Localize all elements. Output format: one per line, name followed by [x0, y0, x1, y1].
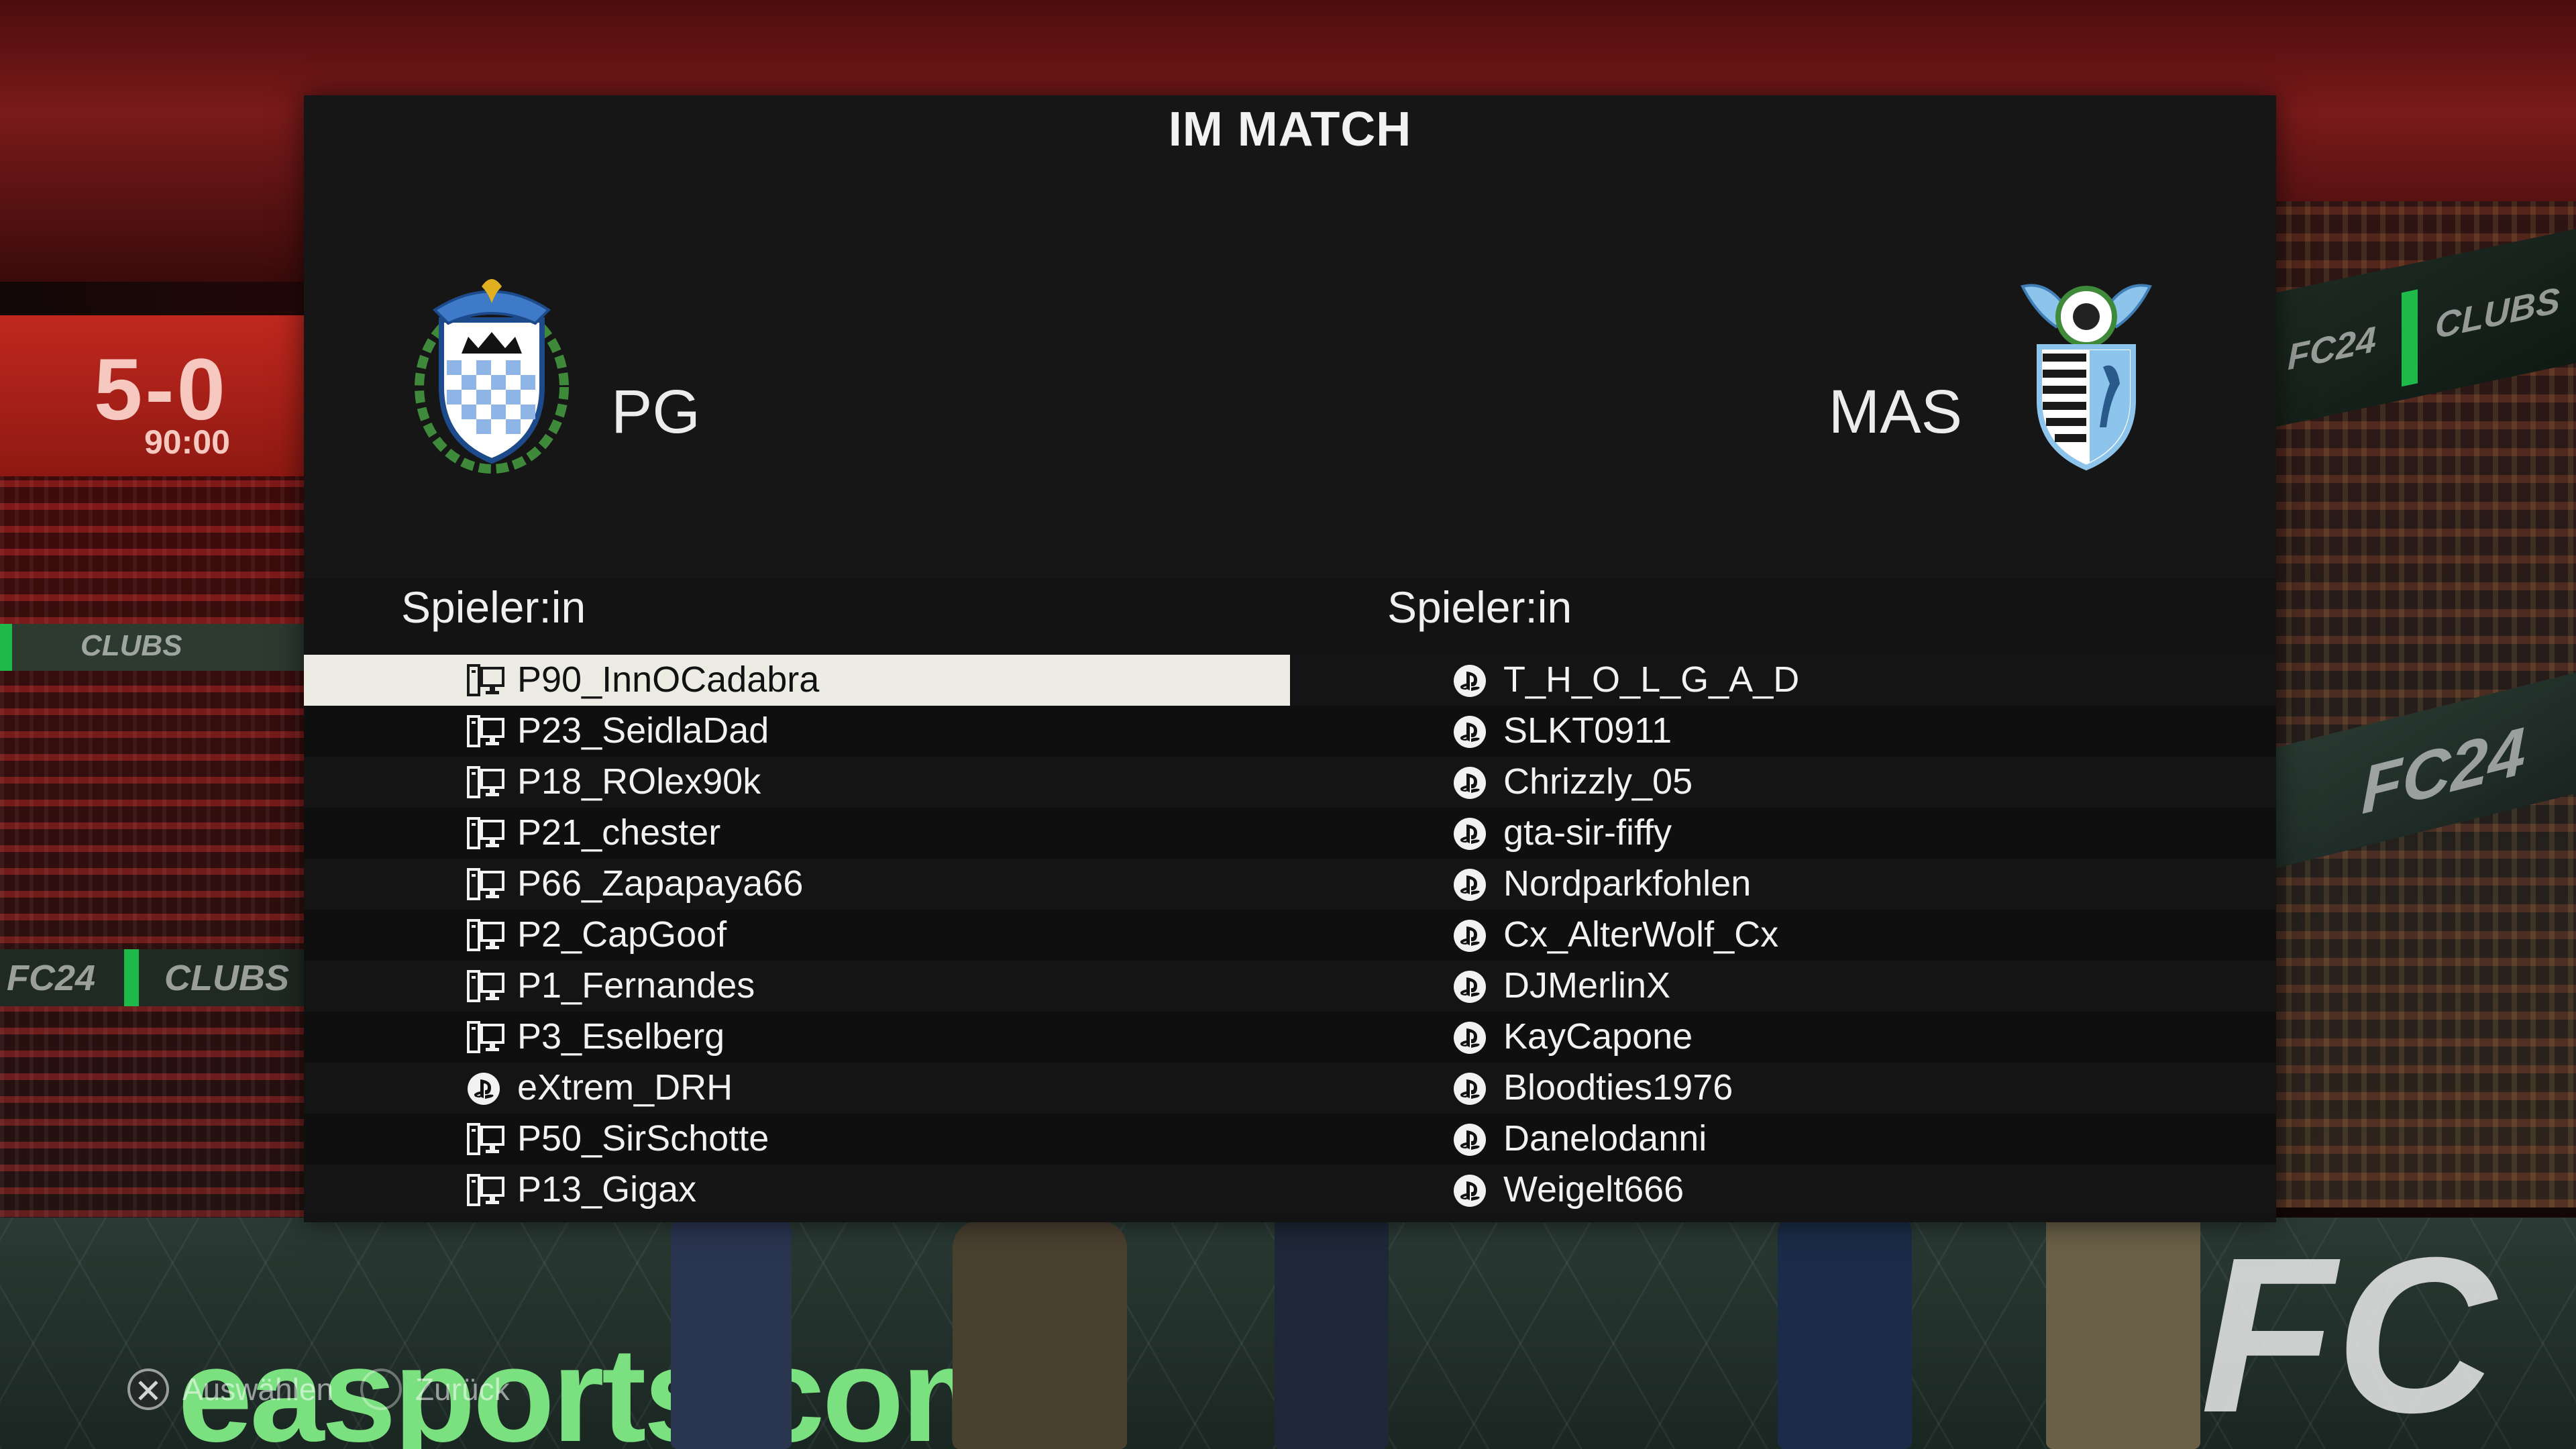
spectator-figure — [671, 1208, 792, 1449]
pc-icon — [467, 1123, 504, 1157]
fc-logo-board: FC — [2200, 1211, 2496, 1449]
player-row[interactable]: P90_InnOCadabra — [304, 655, 1290, 706]
player-name: P3_Eselberg — [517, 1016, 725, 1057]
pc-icon — [467, 1174, 504, 1208]
away-crest-icon — [2009, 266, 2163, 471]
playstation-icon — [1453, 970, 1491, 1004]
player-name: DJMerlinX — [1503, 965, 1671, 1006]
player-name: Bloodties1976 — [1503, 1067, 1733, 1108]
away-player-list: T_H_O_L_G_A_D SLKT0911 Chrizzly_05 gta-sir-… — [1290, 655, 2276, 1216]
home-players-header: Spieler:in — [401, 582, 586, 632]
player-name: P13_Gigax — [517, 1169, 697, 1210]
lineup-panel: IM MATCH PG MAS Spieler:in Spieler:in P9… — [304, 95, 2276, 1222]
player-name: Chrizzly_05 — [1503, 761, 1693, 802]
home-team-abbr: PG — [611, 378, 700, 446]
playstation-icon — [1453, 766, 1491, 800]
player-row[interactable]: P18_ROlex90k — [304, 757, 1290, 808]
adboard-clubs-text: CLUBS — [80, 629, 182, 662]
player-name: eXtrem_DRH — [517, 1067, 733, 1108]
player-name: Weigelt666 — [1503, 1169, 1684, 1210]
circle-button-icon[interactable] — [360, 1368, 402, 1410]
player-name: P90_InnOCadabra — [517, 659, 820, 700]
scoreboard-clock: 90:00 — [144, 423, 230, 461]
pc-icon — [467, 868, 504, 902]
playstation-icon — [1453, 1123, 1491, 1157]
spectator-figure — [953, 1221, 1127, 1449]
playstation-icon — [1453, 1021, 1491, 1055]
spectator-figure — [1778, 1208, 1912, 1449]
player-row[interactable]: Chrizzly_05 — [1290, 757, 2276, 808]
player-name: Danelodanni — [1503, 1118, 1707, 1159]
pc-icon — [467, 817, 504, 851]
away-players-header: Spieler:in — [1387, 582, 1572, 632]
player-row[interactable]: P23_SeidlaDad — [304, 706, 1290, 757]
crowd-left — [0, 470, 309, 1308]
adboard-left-top: CLUBS — [0, 624, 305, 671]
teams-header — [304, 95, 2276, 578]
player-name: P23_SeidlaDad — [517, 710, 769, 751]
away-team-abbr: MAS — [1828, 378, 1962, 446]
player-row[interactable]: Cx_AlterWolf_Cx — [1290, 910, 2276, 961]
player-name: gta-sir-fiffy — [1503, 812, 1672, 853]
playstation-icon — [1453, 1072, 1491, 1106]
pc-icon — [467, 919, 504, 953]
player-name: P1_Fernandes — [517, 965, 755, 1006]
home-crest-icon — [415, 273, 569, 474]
player-row[interactable]: eXtrem_DRH — [304, 1063, 1290, 1114]
pc-icon — [467, 1021, 504, 1055]
footer-controls: ✕ Auswählen Zurück — [127, 1368, 510, 1410]
adboard-clubs-text: CLUBS — [164, 958, 289, 998]
spectator-figure — [1275, 1201, 1389, 1449]
player-row[interactable]: SLKT0911 — [1290, 706, 2276, 757]
select-hint: Auswählen — [182, 1372, 334, 1407]
player-row[interactable]: T_H_O_L_G_A_D — [1290, 655, 2276, 706]
back-hint: Zurück — [415, 1372, 510, 1407]
player-row[interactable]: P21_chester — [304, 808, 1290, 859]
playstation-icon — [1453, 817, 1491, 851]
adboard-fc24-text: FC24 — [2288, 319, 2377, 378]
player-name: P2_CapGoof — [517, 914, 727, 955]
player-row[interactable]: Weigelt666 — [1290, 1165, 2276, 1216]
player-row[interactable]: Nordparkfohlen — [1290, 859, 2276, 910]
pc-icon — [467, 715, 504, 749]
player-row[interactable]: Bloodties1976 — [1290, 1063, 2276, 1114]
player-name: KayCapone — [1503, 1016, 1693, 1057]
player-row[interactable]: P50_SirSchotte — [304, 1114, 1290, 1165]
playstation-icon — [1453, 664, 1491, 698]
player-row[interactable]: KayCapone — [1290, 1012, 2276, 1063]
player-name: T_H_O_L_G_A_D — [1503, 659, 1800, 700]
playstation-icon — [1453, 868, 1491, 902]
cross-button-icon[interactable]: ✕ — [127, 1368, 169, 1410]
home-player-list: P90_InnOCadabra P23_SeidlaDad P18_ROlex90k… — [304, 655, 1290, 1216]
playstation-icon — [1453, 715, 1491, 749]
player-row[interactable]: P2_CapGoof — [304, 910, 1290, 961]
playstation-icon — [1453, 1174, 1491, 1208]
adboard-clubs-text: CLUBS — [2435, 280, 2560, 347]
player-name: P18_ROlex90k — [517, 761, 761, 802]
spectator-figure — [2046, 1194, 2200, 1449]
player-row[interactable]: P3_Eselberg — [304, 1012, 1290, 1063]
pc-icon — [467, 766, 504, 800]
player-name: Nordparkfohlen — [1503, 863, 1752, 904]
adboard-left-bottom: FC24 CLUBS — [0, 949, 305, 1006]
adboard-fc24-text: FC24 — [7, 958, 96, 998]
pc-icon — [467, 664, 504, 698]
page-title: IM MATCH — [1168, 103, 1412, 156]
player-name: P50_SirSchotte — [517, 1118, 769, 1159]
player-name: P21_chester — [517, 812, 721, 853]
player-row[interactable]: gta-sir-fiffy — [1290, 808, 2276, 859]
player-row[interactable]: P66_Zapapaya66 — [304, 859, 1290, 910]
playstation-icon — [1453, 919, 1491, 953]
player-row[interactable]: P13_Gigax — [304, 1165, 1290, 1216]
player-name: Cx_AlterWolf_Cx — [1503, 914, 1779, 955]
player-name: SLKT0911 — [1503, 710, 1672, 751]
player-row[interactable]: Danelodanni — [1290, 1114, 2276, 1165]
pc-icon — [467, 970, 504, 1004]
playstation-icon — [467, 1072, 504, 1106]
player-name: P66_Zapapaya66 — [517, 863, 804, 904]
player-row[interactable]: DJMerlinX — [1290, 961, 2276, 1012]
player-row[interactable]: P1_Fernandes — [304, 961, 1290, 1012]
